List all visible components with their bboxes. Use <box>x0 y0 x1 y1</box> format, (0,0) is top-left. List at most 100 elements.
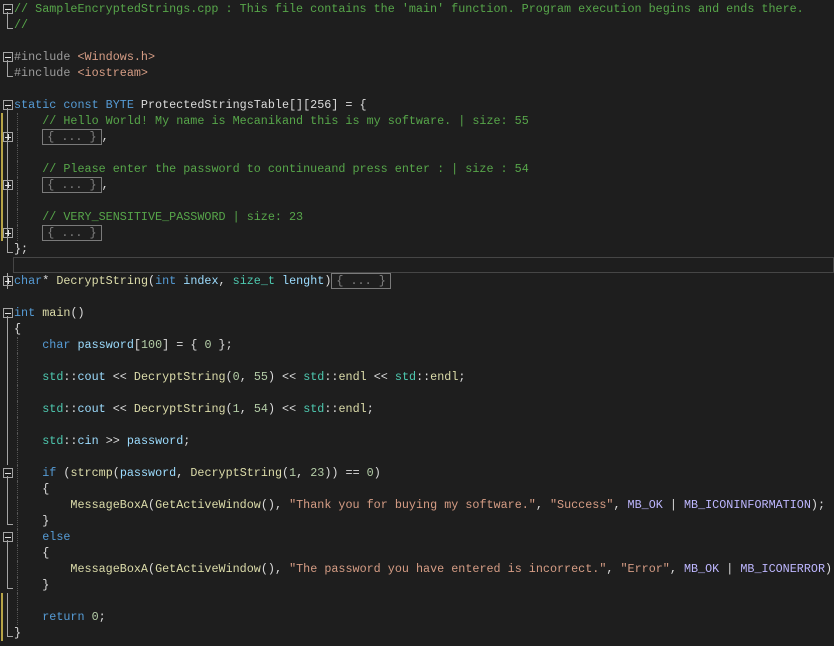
code-line[interactable]: std::cin >> password; <box>0 433 834 449</box>
code-line[interactable] <box>0 593 834 609</box>
code-line[interactable]: } <box>0 625 834 641</box>
code-text[interactable]: char password[100] = { 0 }; <box>14 337 232 353</box>
code-token: // VERY_SENSITIVE_PASSWORD | size: 23 <box>42 210 304 224</box>
code-line[interactable] <box>0 193 834 209</box>
collapse-icon[interactable] <box>3 308 13 318</box>
code-text[interactable]: int main() <box>14 305 85 321</box>
code-line[interactable] <box>0 33 834 49</box>
code-text[interactable]: } <box>14 513 49 529</box>
collapse-icon[interactable] <box>3 100 13 110</box>
code-text[interactable]: std::cin >> password; <box>14 433 190 449</box>
code-line[interactable]: std::cout << DecryptString(0, 55) << std… <box>0 369 834 385</box>
collapsed-block[interactable]: { ... } <box>42 177 102 193</box>
code-text[interactable]: std::cout << DecryptString(1, 54) << std… <box>14 401 374 417</box>
code-token: ; <box>183 434 191 448</box>
code-line[interactable]: static const BYTE ProtectedStringsTable[… <box>0 97 834 113</box>
code-line[interactable]: int main() <box>0 305 834 321</box>
collapse-icon[interactable] <box>3 468 13 478</box>
expand-icon[interactable] <box>3 180 13 190</box>
collapsed-block[interactable]: { ... } <box>42 129 102 145</box>
fold-end <box>7 577 13 589</box>
code-line[interactable] <box>0 257 834 273</box>
code-text[interactable]: MessageBoxA(GetActiveWindow(), "Thank yo… <box>14 497 825 513</box>
code-line[interactable]: std::cout << DecryptString(1, 54) << std… <box>0 401 834 417</box>
code-text[interactable]: } <box>14 625 21 641</box>
code-token: std <box>42 370 64 384</box>
code-line[interactable]: #include <iostream> <box>0 65 834 81</box>
code-text[interactable]: // Please enter the password to continue… <box>14 161 529 177</box>
indent-guide <box>17 145 18 161</box>
code-line[interactable]: { <box>0 545 834 561</box>
code-text[interactable]: { ... }, <box>14 177 109 193</box>
collapsed-block[interactable]: { ... } <box>331 273 391 289</box>
code-line[interactable]: MessageBoxA(GetActiveWindow(), "The pass… <box>0 561 834 577</box>
collapse-icon[interactable] <box>3 4 13 14</box>
code-line[interactable]: }; <box>0 241 834 257</box>
code-text[interactable]: // SampleEncryptedStrings.cpp : This fil… <box>14 1 804 17</box>
code-token: DecryptString <box>56 274 148 288</box>
expand-icon[interactable] <box>3 228 13 238</box>
code-text[interactable]: { <box>14 481 49 497</box>
code-line[interactable]: return 0; <box>0 609 834 625</box>
code-line[interactable]: #include <Windows.h> <box>0 49 834 65</box>
code-token: std <box>42 434 64 448</box>
code-text[interactable]: // VERY_SENSITIVE_PASSWORD | size: 23 <box>14 209 303 225</box>
code-line[interactable]: // Hello World! My name is Mecanikand th… <box>0 113 834 129</box>
code-line[interactable]: { ... }, <box>0 129 834 145</box>
code-line[interactable]: { ... } <box>0 225 834 241</box>
code-token: << <box>105 370 134 384</box>
code-line[interactable]: // Please enter the password to continue… <box>0 161 834 177</box>
code-line[interactable]: else <box>0 529 834 545</box>
code-token: 55 <box>253 370 268 384</box>
code-line[interactable] <box>0 145 834 161</box>
code-line[interactable] <box>0 449 834 465</box>
code-text[interactable]: { <box>14 321 21 337</box>
code-text[interactable]: std::cout << DecryptString(0, 55) << std… <box>14 369 465 385</box>
code-text[interactable]: { ... } <box>14 225 102 241</box>
code-line[interactable]: // SampleEncryptedStrings.cpp : This fil… <box>0 1 834 17</box>
code-line[interactable]: // <box>0 17 834 33</box>
code-text[interactable]: // Hello World! My name is Mecanikand th… <box>14 113 529 129</box>
code-text[interactable]: else <box>14 529 70 545</box>
code-text[interactable]: #include <iostream> <box>14 65 148 81</box>
code-token: DecryptString <box>133 402 226 416</box>
code-text[interactable]: // <box>14 17 28 33</box>
code-line[interactable]: } <box>0 513 834 529</box>
code-line[interactable] <box>0 81 834 97</box>
code-text[interactable]: return 0; <box>14 609 105 625</box>
code-line[interactable] <box>0 417 834 433</box>
code-line[interactable]: { ... }, <box>0 177 834 193</box>
code-text[interactable]: static const BYTE ProtectedStringsTable[… <box>14 97 367 113</box>
code-text[interactable]: { <box>14 545 49 561</box>
code-text[interactable]: { ... }, <box>14 129 109 145</box>
code-text[interactable]: } <box>14 577 49 593</box>
code-line[interactable]: // VERY_SENSITIVE_PASSWORD | size: 23 <box>0 209 834 225</box>
code-line[interactable]: char password[100] = { 0 }; <box>0 337 834 353</box>
code-text[interactable]: if (strcmp(password, DecryptString(1, 23… <box>14 465 381 481</box>
code-token: <iostream> <box>77 66 148 80</box>
code-line[interactable]: } <box>0 577 834 593</box>
code-line[interactable] <box>0 289 834 305</box>
code-line[interactable]: char* DecryptString(int index, size_t le… <box>0 273 834 289</box>
code-line[interactable]: { <box>0 481 834 497</box>
code-text[interactable]: #include <Windows.h> <box>14 49 155 65</box>
code-line[interactable]: { <box>0 321 834 337</box>
collapsed-block[interactable]: { ... } <box>42 225 102 241</box>
code-line[interactable]: if (strcmp(password, DecryptString(1, 23… <box>0 465 834 481</box>
code-token: { <box>14 546 50 560</box>
code-text[interactable]: }; <box>14 241 28 257</box>
code-line[interactable]: MessageBoxA(GetActiveWindow(), "Thank yo… <box>0 497 834 513</box>
collapse-icon[interactable] <box>3 532 13 542</box>
code-token: ( <box>112 466 120 480</box>
expand-icon[interactable] <box>3 276 13 286</box>
code-editor[interactable]: // SampleEncryptedStrings.cpp : This fil… <box>0 0 834 646</box>
code-text[interactable]: char* DecryptString(int index, size_t le… <box>14 273 391 289</box>
collapse-icon[interactable] <box>3 52 13 62</box>
code-line[interactable] <box>0 353 834 369</box>
code-line[interactable] <box>0 385 834 401</box>
code-text[interactable]: MessageBoxA(GetActiveWindow(), "The pass… <box>14 561 834 577</box>
code-token: <Windows.h> <box>77 50 156 64</box>
expand-icon[interactable] <box>3 132 13 142</box>
